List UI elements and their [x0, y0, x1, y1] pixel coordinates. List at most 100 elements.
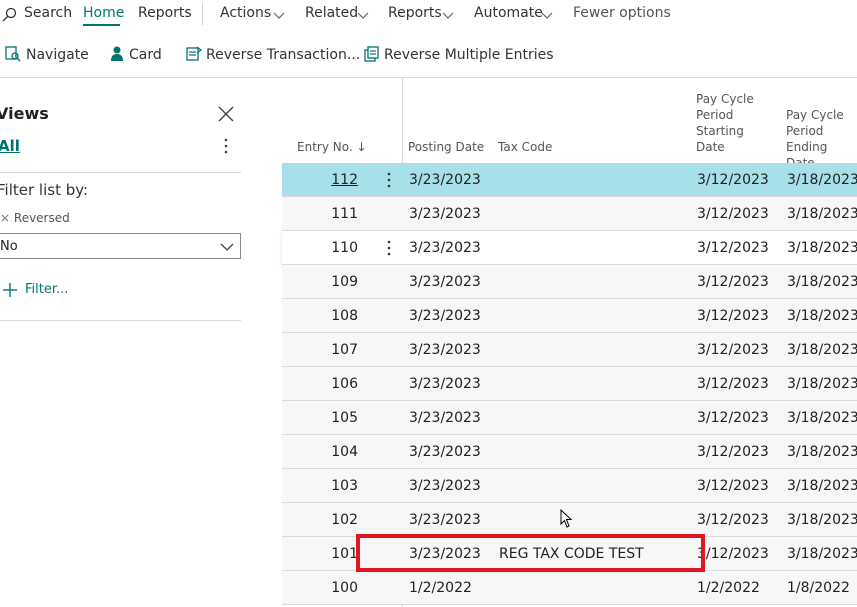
header-line: Period [786, 124, 824, 138]
end-date-cell: 3/18/2023 [787, 206, 857, 222]
row-divider [282, 196, 857, 197]
search-button[interactable]: Search [24, 5, 72, 21]
reversed-filter-label: × Reversed [0, 211, 70, 225]
more-options-icon[interactable] [223, 138, 229, 154]
highlight-box [356, 534, 705, 572]
column-header-pay-cycle-end[interactable]: Pay Cycle Period Ending Date [786, 107, 857, 171]
table-row[interactable]: 108 3/23/2023 3/12/2023 3/18/2023 [282, 299, 857, 333]
reports-menu[interactable]: Reports [388, 5, 442, 21]
table-row[interactable]: 103 3/23/2023 3/12/2023 3/18/2023 [282, 469, 857, 503]
table-row[interactable]: 111 3/23/2023 3/12/2023 3/18/2023 [282, 197, 857, 231]
header-line: Starting [696, 124, 744, 138]
card-button[interactable]: Card [129, 47, 162, 63]
end-date-cell: 3/18/2023 [787, 512, 857, 528]
posting-date-cell: 3/23/2023 [409, 342, 481, 358]
row-actions-icon[interactable] [386, 171, 392, 189]
tab-reports[interactable]: Reports [138, 5, 192, 21]
column-header-posting-date[interactable]: Posting Date [408, 139, 484, 155]
entry-no-cell[interactable]: 110 [282, 240, 358, 256]
fewer-options-button[interactable]: Fewer options [573, 5, 671, 21]
related-menu[interactable]: Related [305, 5, 358, 21]
table-row[interactable]: 112 3/23/2023 3/12/2023 3/18/2023 [282, 163, 857, 197]
row-divider [282, 604, 857, 605]
nav-divider [202, 3, 203, 25]
entry-no-cell[interactable]: 100 [282, 580, 358, 596]
table-row[interactable]: 110 3/23/2023 3/12/2023 3/18/2023 [282, 231, 857, 265]
entry-no-cell[interactable]: 111 [282, 206, 358, 222]
entry-no-cell[interactable]: 103 [282, 478, 358, 494]
posting-date-cell: 3/23/2023 [409, 240, 481, 256]
end-date-cell: 1/8/2022 [787, 580, 850, 596]
end-date-cell: 3/18/2023 [787, 308, 857, 324]
end-date-cell: 3/18/2023 [787, 172, 857, 188]
row-divider [282, 366, 857, 367]
entry-no-cell[interactable]: 109 [282, 274, 358, 290]
entry-no-link[interactable]: 112 [282, 172, 358, 188]
start-date-cell: 3/12/2023 [697, 342, 769, 358]
row-divider [282, 434, 857, 435]
entry-no-cell[interactable]: 101 [282, 546, 358, 562]
row-divider [282, 332, 857, 333]
table-row[interactable]: 106 3/23/2023 3/12/2023 3/18/2023 [282, 367, 857, 401]
reverse-multiple-entries-button[interactable]: Reverse Multiple Entries [384, 47, 554, 63]
start-date-cell: 3/12/2023 [697, 308, 769, 324]
reversed-filter-select[interactable]: No [0, 233, 241, 259]
table-row[interactable]: 109 3/23/2023 3/12/2023 3/18/2023 [282, 265, 857, 299]
start-date-cell: 3/12/2023 [697, 546, 769, 562]
entry-no-cell[interactable]: 107 [282, 342, 358, 358]
row-divider [282, 264, 857, 265]
sort-descending-icon: ↓ [356, 140, 367, 154]
mouse-cursor-icon [560, 509, 573, 528]
entry-no-cell[interactable]: 106 [282, 376, 358, 392]
views-title: Views [0, 104, 49, 123]
posting-date-cell: 3/23/2023 [409, 512, 481, 528]
end-date-cell: 3/18/2023 [787, 410, 857, 426]
column-header-entry-no[interactable]: Entry No. ↓ [297, 139, 367, 155]
remove-filter-icon[interactable]: × [0, 211, 10, 225]
entry-no-cell[interactable]: 105 [282, 410, 358, 426]
end-date-cell: 3/18/2023 [787, 376, 857, 392]
table-row[interactable]: 107 3/23/2023 3/12/2023 3/18/2023 [282, 333, 857, 367]
column-header-pay-cycle-start[interactable]: Pay Cycle Period Starting Date [696, 91, 754, 155]
chevron-down-icon [220, 243, 234, 251]
automate-menu[interactable]: Automate [474, 5, 543, 21]
table-row[interactable]: 100 1/2/2022 1/2/2022 1/8/2022 [282, 571, 857, 605]
table-row[interactable]: 104 3/23/2023 3/12/2023 3/18/2023 [282, 435, 857, 469]
add-filter-link[interactable]: Filter... [25, 282, 68, 297]
top-nav: Search Home Reports Actions Related Repo… [0, 0, 857, 30]
chevron-down-icon [541, 12, 553, 19]
add-icon[interactable] [2, 282, 18, 298]
tab-home[interactable]: Home [83, 5, 124, 21]
entry-no-cell[interactable]: 104 [282, 444, 358, 460]
posting-date-cell: 1/2/2022 [409, 580, 472, 596]
posting-date-cell: 3/23/2023 [409, 444, 481, 460]
row-actions-icon[interactable] [386, 239, 392, 257]
start-date-cell: 3/12/2023 [697, 274, 769, 290]
view-all-link[interactable]: All [0, 137, 20, 155]
end-date-cell: 3/18/2023 [787, 546, 857, 562]
row-divider [282, 502, 857, 503]
start-date-cell: 3/12/2023 [697, 512, 769, 528]
entry-no-cell[interactable]: 102 [282, 512, 358, 528]
navigate-button[interactable]: Navigate [26, 47, 89, 63]
close-icon[interactable] [217, 105, 235, 123]
reverse-transaction-icon [186, 46, 202, 61]
card-icon [111, 46, 123, 61]
start-date-cell: 3/12/2023 [697, 444, 769, 460]
header-line: Pay Cycle [696, 92, 754, 106]
posting-date-cell: 3/23/2023 [409, 410, 481, 426]
header-line: Date [696, 140, 725, 154]
start-date-cell: 3/12/2023 [697, 376, 769, 392]
start-date-cell: 3/12/2023 [697, 172, 769, 188]
actions-menu[interactable]: Actions [220, 5, 271, 21]
views-divider [0, 172, 241, 173]
action-bar-divider [0, 77, 857, 78]
posting-date-cell: 3/23/2023 [409, 172, 481, 188]
reverse-transaction-button[interactable]: Reverse Transaction... [206, 47, 360, 63]
end-date-cell: 3/18/2023 [787, 478, 857, 494]
table-row[interactable]: 105 3/23/2023 3/12/2023 3/18/2023 [282, 401, 857, 435]
entry-no-cell[interactable]: 108 [282, 308, 358, 324]
start-date-cell: 3/12/2023 [697, 206, 769, 222]
column-header-tax-code[interactable]: Tax Code [498, 139, 552, 155]
header-line: Period [696, 108, 734, 122]
